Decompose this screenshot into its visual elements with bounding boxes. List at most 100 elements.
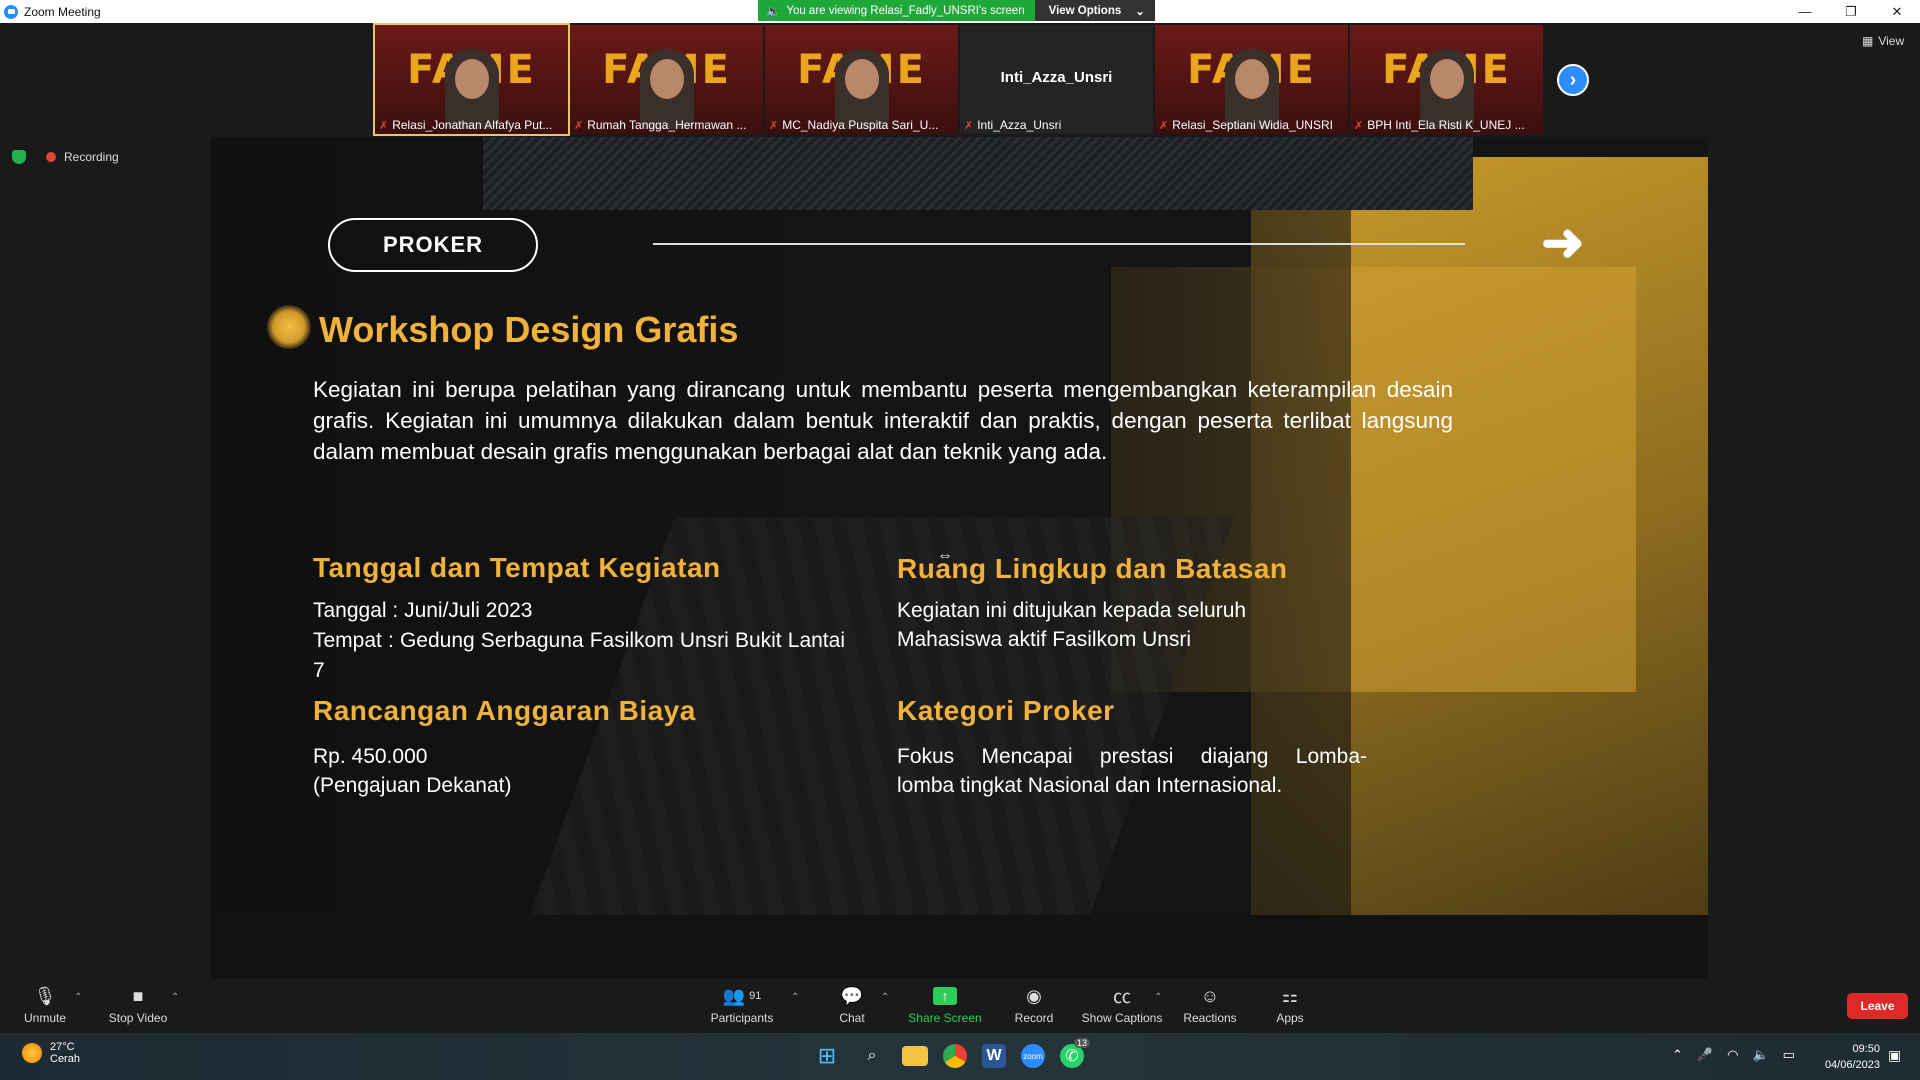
participant-tile[interactable]: Inti_Azza_Unsri ✗ Inti_Azza_Unsri	[960, 25, 1153, 134]
shield-icon	[12, 150, 26, 164]
participant-label: ✗ Rumah Tangga_Hermawan ...	[574, 118, 759, 132]
clock[interactable]: 09:50 04/06/2023	[1810, 1041, 1880, 1073]
wifi-icon[interactable]: ◠	[1727, 1047, 1738, 1063]
show-hidden-icons-icon[interactable]: ⌃	[1672, 1047, 1683, 1063]
apps-icon: ⚏	[1281, 985, 1299, 1006]
captions-caret-icon[interactable]: ⌃	[1154, 992, 1162, 1003]
volume-icon[interactable]: 🔈	[1752, 1047, 1768, 1063]
sun-icon	[22, 1043, 42, 1063]
apps-label: Apps	[1276, 1011, 1304, 1025]
weather-widget[interactable]: 27°C Cerah	[22, 1041, 80, 1065]
reactions-label: Reactions	[1183, 1011, 1237, 1025]
participant-label: ✗ Relasi_Jonathan Alfafya Put...	[379, 118, 564, 132]
chevron-right-icon: ›	[1569, 68, 1577, 91]
apps-button[interactable]: ⚏ Apps	[1245, 984, 1335, 1026]
audio-options-caret-icon[interactable]: ⌃	[74, 992, 82, 1003]
view-options-button[interactable]: View Options ⌄	[1034, 0, 1155, 21]
participant-video	[445, 49, 499, 129]
slide-hatch-band	[483, 137, 1473, 210]
speaker-icon: 🔈	[766, 5, 781, 18]
participant-name: Inti_Azza_Unsri	[977, 118, 1062, 132]
section-text: Tempat : Gedung Serbaguna Fasilkom Unsri…	[313, 629, 845, 682]
microphone-icon[interactable]: 🎤	[1697, 1047, 1713, 1063]
unmute-button[interactable]: 🎙 Unmute	[0, 984, 90, 1026]
participant-video	[835, 49, 889, 129]
proker-tag: PROKER	[328, 218, 538, 272]
clock-date: 04/06/2023	[1824, 1059, 1880, 1071]
windows-start-icon[interactable]: ⊞	[812, 1041, 842, 1071]
battery-icon[interactable]: ▭	[1783, 1047, 1795, 1063]
shared-screen: PROKER ➜ Workshop Design Grafis Kegiatan…	[211, 137, 1708, 979]
participant-name: Relasi_Jonathan Alfafya Put...	[392, 118, 553, 132]
next-page-button[interactable]: ›	[1557, 64, 1589, 96]
whatsapp-badge: 13	[1073, 1038, 1090, 1048]
participant-label: ✗ Inti_Azza_Unsri	[964, 118, 1149, 132]
section-title: Tanggal dan Tempat Kegiatan	[313, 552, 721, 583]
windows-taskbar: 27°C Cerah ⊞ ⌕ W zoom ✆ 13 ⌃ 🎤 ◠ 🔈 ▭ 09:5…	[0, 1033, 1920, 1080]
view-options-label: View Options	[1048, 4, 1122, 17]
video-options-caret-icon[interactable]: ⌃	[171, 992, 179, 1003]
participant-strip: FAME ✗Relasi_Jonathan Alfafya Put... FAM…	[373, 23, 1543, 136]
participant-tile[interactable]: FAME ✗Rumah Tangga_Hermawan ...	[570, 25, 763, 134]
recording-label: Recording	[64, 150, 119, 164]
chat-caret-icon[interactable]: ⌃	[881, 992, 889, 1003]
share-screen-label: Share Screen	[908, 1011, 982, 1025]
share-screen-button[interactable]: ↑ Share Screen	[900, 984, 990, 1025]
record-label: Record	[1014, 1011, 1054, 1025]
muted-mic-icon: ✗	[1354, 119, 1364, 132]
participant-video	[640, 49, 694, 129]
view-label: View	[1878, 34, 1905, 48]
show-captions-button[interactable]: ㏄ Show Captions	[1077, 984, 1167, 1025]
arrow-right-icon: ➜	[1541, 214, 1585, 272]
divider-line	[653, 243, 1465, 245]
reactions-button[interactable]: ☺ Reactions	[1165, 984, 1255, 1026]
participants-button[interactable]: 👥 91 Participants	[697, 984, 787, 1026]
clock-time: 09:50	[1852, 1043, 1880, 1055]
leave-button[interactable]: Leave	[1847, 993, 1908, 1019]
slide-paragraph: Kegiatan ini berupa pelatihan yang diran…	[313, 377, 1453, 464]
minimize-button[interactable]: —	[1782, 0, 1828, 23]
section-title: Kategori Proker	[897, 695, 1115, 726]
stop-video-label: Stop Video	[108, 1011, 168, 1025]
section-text: lomba tingkat Nasional dan Internasional…	[897, 774, 1283, 797]
view-button[interactable]: ▦ View	[1862, 34, 1904, 48]
section-text: Kegiatan ini ditujukan kepada seluruh	[897, 599, 1247, 622]
participant-name: BPH Inti_Ela Risti K_UNEJ ...	[1367, 118, 1525, 132]
participant-label: ✗ BPH Inti_Ela Risti K_UNEJ ...	[1354, 118, 1539, 132]
section-title: Ruang Lingkup dan Batasan	[897, 553, 1288, 584]
section-text: Rp. 450.000	[313, 745, 428, 768]
screen-share-banner: 🔈 You are viewing Relasi_Fadly_UNSRI's s…	[758, 0, 1155, 21]
muted-mic-icon: ✗	[1159, 119, 1169, 132]
chrome-icon[interactable]	[943, 1044, 967, 1068]
zoom-app-icon[interactable]: zoom	[1021, 1044, 1045, 1068]
participants-count: 91	[749, 990, 762, 1002]
stop-video-button[interactable]: ■ Stop Video	[93, 984, 183, 1026]
slide-heading: Workshop Design Grafis	[319, 309, 739, 350]
glow-dot-icon	[267, 305, 311, 349]
participants-caret-icon[interactable]: ⌃	[791, 992, 799, 1003]
participant-tile[interactable]: FAME ✗BPH Inti_Ela Risti K_UNEJ ...	[1350, 25, 1543, 134]
mic-muted-icon: 🎙	[33, 985, 57, 1006]
file-explorer-icon[interactable]	[902, 1046, 928, 1066]
chat-button[interactable]: 💬 Chat	[807, 984, 897, 1026]
participant-tile[interactable]: FAME ✗MC_Nadiya Puspita Sari_U...	[765, 25, 958, 134]
unmute-label: Unmute	[23, 1011, 67, 1025]
section-text: Tanggal : Juni/Juli 2023	[313, 599, 533, 622]
participant-display-name: Inti_Azza_Unsri	[1000, 69, 1113, 86]
weather-condition: Cerah	[50, 1053, 80, 1065]
participant-tile[interactable]: FAME ✗Relasi_Septiani Widia_UNSRI	[1155, 25, 1348, 134]
participant-label: ✗ MC_Nadiya Puspita Sari_U...	[769, 118, 954, 132]
section-text: Mahasiswa aktif Fasilkom Unsri	[897, 628, 1192, 651]
word-icon[interactable]: W	[982, 1044, 1006, 1068]
zoom-meeting-window: Zoom Meeting — ❐ ✕ 🔈 You are viewing Rel…	[0, 0, 1920, 1080]
record-button[interactable]: ◉ Record	[989, 984, 1079, 1026]
whatsapp-icon[interactable]: ✆ 13	[1060, 1038, 1090, 1068]
notification-icon[interactable]: ▣	[1888, 1047, 1901, 1064]
section-text: Fokus Mencapai prestasi diajang Lomba-	[897, 745, 1367, 768]
close-button[interactable]: ✕	[1874, 0, 1920, 23]
muted-mic-icon: ✗	[769, 119, 779, 132]
participant-tile[interactable]: FAME ✗Relasi_Jonathan Alfafya Put...	[373, 23, 570, 136]
section-text: (Pengajuan Dekanat)	[313, 774, 512, 797]
search-icon[interactable]: ⌕	[857, 1041, 887, 1071]
maximize-button[interactable]: ❐	[1828, 0, 1874, 23]
